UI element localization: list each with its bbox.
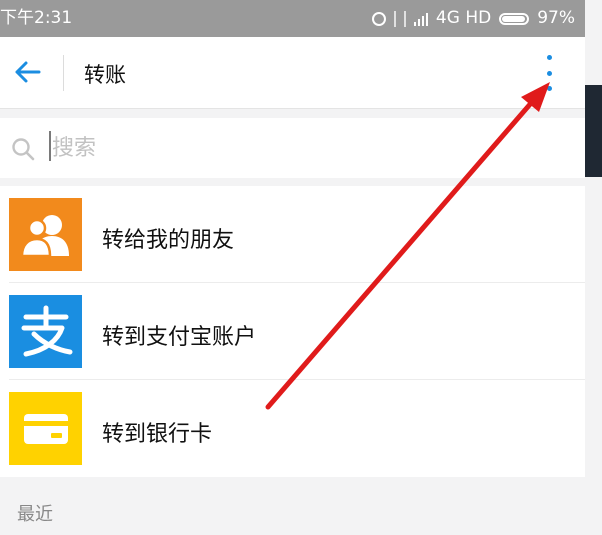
app-screen: 下午2:31 4G HD 97% 转账 搜索 转给我的朋友 转到支付宝账户 转到… <box>0 0 585 535</box>
status-time: 下午2:31 <box>0 8 73 28</box>
adjacent-screen-dark-block <box>585 85 602 177</box>
battery-icon <box>499 12 530 25</box>
more-dot-icon <box>546 55 552 60</box>
transfer-to-alipay-item[interactable]: 转到支付宝账户 <box>0 283 585 380</box>
search-icon <box>12 138 35 161</box>
search-input[interactable] <box>50 128 554 168</box>
friends-icon <box>9 198 82 271</box>
data-sync-icon <box>393 10 406 27</box>
more-dot-icon <box>546 86 552 91</box>
transfer-to-bank-card-item[interactable]: 转到银行卡 <box>0 380 585 477</box>
title-bar: 转账 <box>0 37 585 109</box>
transfer-options-list: 转给我的朋友 转到支付宝账户 转到银行卡 <box>0 186 585 477</box>
title-divider <box>63 55 64 91</box>
status-bar: 下午2:31 4G HD 97% <box>0 0 585 37</box>
battery-level: 97% <box>537 8 575 28</box>
alarm-icon <box>371 11 386 26</box>
more-dot-icon <box>546 70 552 76</box>
bank-card-icon <box>9 392 82 465</box>
signal-icon <box>413 12 428 26</box>
more-options-button[interactable] <box>536 55 562 91</box>
recent-section-header: 最近 <box>17 504 53 525</box>
page-title: 转账 <box>84 63 126 87</box>
transfer-to-alipay-label: 转到支付宝账户 <box>102 325 257 350</box>
back-button[interactable] <box>10 55 44 89</box>
adjacent-screen-edge <box>585 0 602 535</box>
alipay-icon <box>9 295 82 368</box>
network-type: 4G HD <box>435 8 492 28</box>
transfer-to-bank-card-label: 转到银行卡 <box>102 422 213 447</box>
transfer-to-friend-item[interactable]: 转给我的朋友 <box>0 186 585 283</box>
transfer-to-friend-label: 转给我的朋友 <box>102 228 235 253</box>
back-arrow-icon <box>15 61 41 83</box>
status-indicators: 4G HD 97% <box>371 0 575 37</box>
